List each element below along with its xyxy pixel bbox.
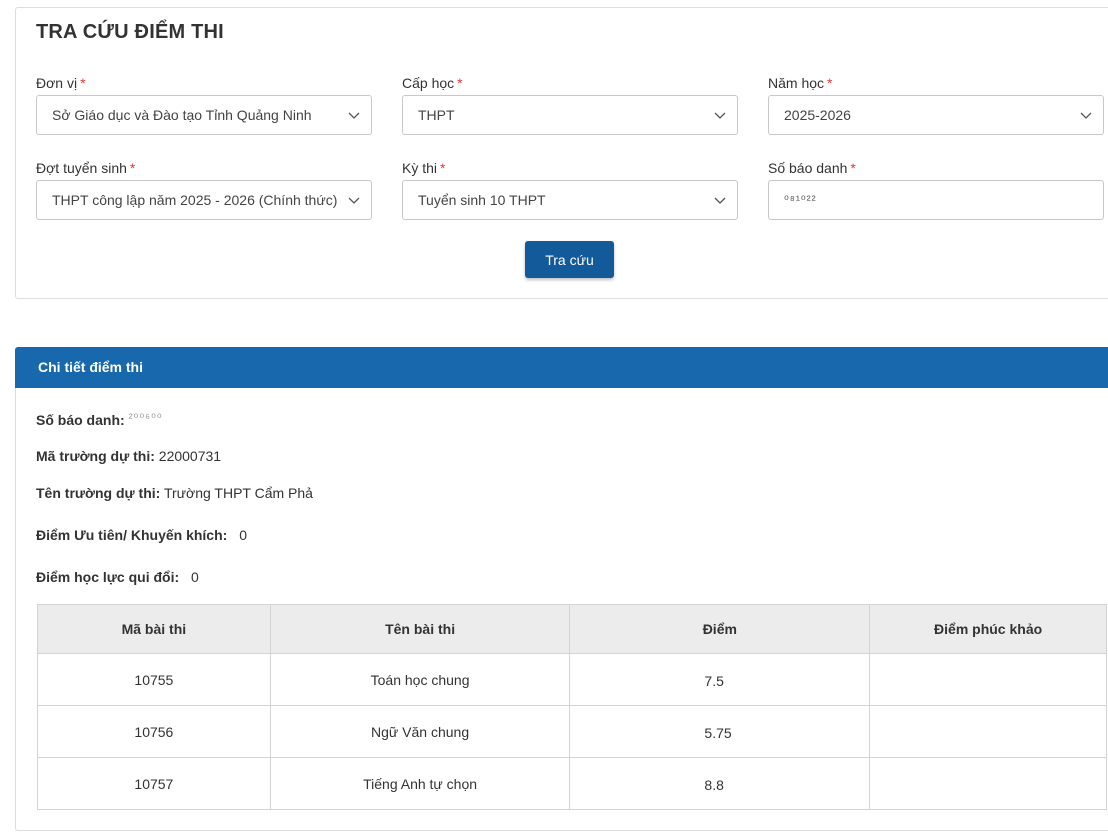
chevron-down-icon <box>1080 112 1092 119</box>
so-bao-danh-label: Số báo danh <box>768 160 848 176</box>
search-card: TRA CỨU ĐIỂM THI Đơn vị * Sở Giáo dục và … <box>15 7 1108 299</box>
don-vi-field: Đơn vị * Sở Giáo dục và Đào tạo Tỉnh Quản… <box>36 74 372 135</box>
cap-hoc-field: Cấp học * THPT <box>402 74 738 135</box>
table-row: 10757 Tiếng Anh tự chọn 8.8 <box>37 757 1107 810</box>
cell-diem: 8.8 <box>569 757 871 810</box>
ma-truong-info: Mã trường dự thi: 22000731 <box>36 448 221 464</box>
don-vi-label: Đơn vị <box>36 75 78 91</box>
dot-tuyen-sinh-field: Đợt tuyển sinh * THPT công lập năm 2025 -… <box>36 159 372 220</box>
uu-tien-info: Điểm Ưu tiên/ Khuyến khích: 0 <box>36 527 247 543</box>
ten-truong-label: Tên trường dự thi: <box>36 485 161 501</box>
cell-diem: 7.5 <box>569 653 871 706</box>
uu-tien-label: Điểm Ưu tiên/ Khuyến khích: <box>36 527 228 543</box>
cap-hoc-value: THPT <box>418 107 455 123</box>
tra-cuu-button[interactable]: Tra cứu <box>525 241 614 278</box>
header-ten-bai-thi: Tên bài thi <box>269 604 571 654</box>
nam-hoc-label: Năm học <box>768 75 825 91</box>
hoc-luc-info: Điểm học lực qui đổi: 0 <box>36 569 199 585</box>
ky-thi-field: Kỳ thi * Tuyển sinh 10 THPT <box>402 159 738 220</box>
header-diem-phuc-khao: Điểm phúc khảo <box>869 604 1107 654</box>
result-header: Chi tiết điểm thi <box>15 347 1108 388</box>
uu-tien-value: 0 <box>239 527 247 543</box>
cell-ma-bai-thi: 10755 <box>37 653 271 706</box>
don-vi-select[interactable]: Sở Giáo dục và Đào tạo Tỉnh Quảng Ninh <box>36 95 372 135</box>
nam-hoc-select[interactable]: 2025-2026 <box>768 95 1104 135</box>
required-mark: * <box>80 75 86 91</box>
so-bao-danh-info-value: ²⁰⁰⁶⁰⁰ <box>128 411 163 425</box>
chevron-down-icon <box>714 197 726 204</box>
chevron-down-icon <box>348 197 360 204</box>
cap-hoc-select[interactable]: THPT <box>402 95 738 135</box>
required-mark: * <box>129 160 136 176</box>
chevron-down-icon <box>714 112 726 119</box>
hoc-luc-label: Điểm học lực qui đổi: <box>36 569 180 585</box>
ky-thi-value: Tuyển sinh 10 THPT <box>418 192 546 208</box>
ky-thi-select[interactable]: Tuyển sinh 10 THPT <box>402 180 738 220</box>
cell-ma-bai-thi: 10756 <box>37 705 271 758</box>
cell-ten-bai-thi: Toán học chung <box>269 653 571 706</box>
cell-ten-bai-thi: Tiếng Anh tự chọn <box>269 757 571 810</box>
cell-ma-bai-thi: 10757 <box>37 757 271 810</box>
table-row: 10755 Toán học chung 7.5 <box>37 653 1107 706</box>
result-title: Chi tiết điểm thi <box>38 359 143 375</box>
table-header-row: Mã bài thi Tên bài thi Điểm Điểm phúc kh… <box>37 604 1107 654</box>
nam-hoc-field: Năm học * 2025-2026 <box>768 74 1104 135</box>
dot-tuyen-sinh-select[interactable]: THPT công lập năm 2025 - 2026 (Chính thứ… <box>36 180 372 220</box>
ky-thi-label: Kỳ thi <box>402 160 438 176</box>
dot-tuyen-sinh-label: Đợt tuyển sinh <box>36 160 127 176</box>
cell-diem: 5.75 <box>569 705 871 758</box>
required-mark: * <box>850 160 856 176</box>
so-bao-danh-input[interactable]: ⁰⁸¹⁰²² <box>768 180 1104 220</box>
cell-ten-bai-thi: Ngữ Văn chung <box>269 705 571 758</box>
ten-truong-value: Trường THPT Cẩm Phả <box>163 485 313 501</box>
required-mark: * <box>440 160 446 176</box>
ma-truong-value: 22000731 <box>158 448 222 464</box>
required-mark: * <box>827 75 833 91</box>
header-ma-bai-thi: Mã bài thi <box>37 604 271 654</box>
chevron-down-icon <box>348 112 360 119</box>
don-vi-value: Sở Giáo dục và Đào tạo Tỉnh Quảng Ninh <box>52 107 312 123</box>
dot-tuyen-sinh-value: THPT công lập năm 2025 - 2026 (Chính thứ… <box>52 192 338 208</box>
cell-diem-phuc-khao <box>869 757 1107 810</box>
nam-hoc-value: 2025-2026 <box>784 107 851 123</box>
cell-diem-phuc-khao <box>869 653 1107 706</box>
so-bao-danh-field: Số báo danh * ⁰⁸¹⁰²² <box>768 159 1104 220</box>
so-bao-danh-input-value: ⁰⁸¹⁰²² <box>784 193 817 207</box>
ma-truong-label: Mã trường dự thi: <box>36 448 155 464</box>
header-diem: Điểm <box>569 604 871 654</box>
table-row: 10756 Ngữ Văn chung 5.75 <box>37 705 1107 758</box>
page-title: TRA CỨU ĐIỂM THI <box>36 21 224 43</box>
scores-table: Mã bài thi Tên bài thi Điểm Điểm phúc kh… <box>37 604 1107 810</box>
hoc-luc-value: 0 <box>191 569 199 585</box>
so-bao-danh-info: Số báo danh: ²⁰⁰⁶⁰⁰ <box>36 411 163 428</box>
cap-hoc-label: Cấp học <box>402 75 455 91</box>
cell-diem-phuc-khao <box>869 705 1107 758</box>
so-bao-danh-info-label: Số báo danh: <box>36 412 125 428</box>
result-card: Chi tiết điểm thi Số báo danh: ²⁰⁰⁶⁰⁰ Mã… <box>15 347 1108 831</box>
ten-truong-info: Tên trường dự thi: Trường THPT Cẩm Phả <box>36 485 313 501</box>
required-mark: * <box>457 75 463 91</box>
